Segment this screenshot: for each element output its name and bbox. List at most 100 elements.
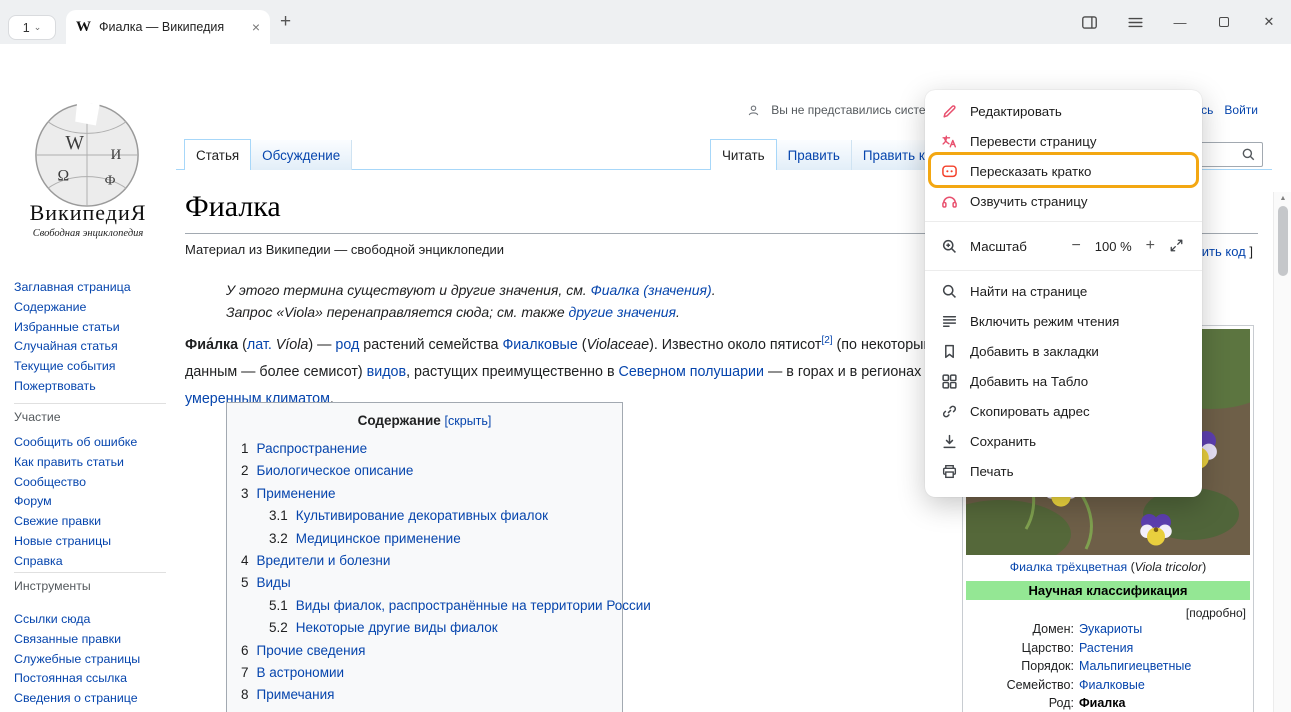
sidebar-link-page-info[interactable]: Сведения о странице bbox=[14, 689, 174, 709]
taxo-value[interactable]: Растения bbox=[1079, 639, 1133, 658]
maximize-button[interactable] bbox=[1214, 12, 1234, 32]
browser-tab[interactable]: W Фиалка — Википедия × bbox=[66, 10, 270, 44]
toc-item[interactable]: 5.2Некоторые другие виды фиалок bbox=[241, 617, 622, 639]
sidebar-link-how-to-edit[interactable]: Как править статьи bbox=[14, 453, 174, 473]
sidebar-link-contents[interactable]: Содержание bbox=[14, 298, 174, 318]
toc-item[interactable]: 5Виды bbox=[241, 572, 622, 594]
tab-read[interactable]: Читать bbox=[710, 139, 777, 170]
page-scrollbar[interactable]: ▲ ▼ bbox=[1273, 192, 1291, 712]
toc-item[interactable]: 3.1Культивирование декоративных фиалок bbox=[241, 505, 622, 527]
wikipedia-globe-logo[interactable]: W Ω И Ф bbox=[28, 98, 146, 210]
toc-number: 3 bbox=[241, 486, 249, 501]
menu-item-reader-mode[interactable]: Включить режим чтения bbox=[925, 306, 1202, 336]
toc-link[interactable]: Распространение bbox=[257, 441, 368, 456]
caption-link[interactable]: Фиалка трёхцветная bbox=[1010, 560, 1127, 574]
taxo-value[interactable]: Фиалковые bbox=[1079, 676, 1145, 695]
tab-article[interactable]: Статья bbox=[184, 139, 251, 170]
menu-item-copy-address[interactable]: Скопировать адрес bbox=[925, 396, 1202, 426]
toc-link[interactable]: Некоторые другие виды фиалок bbox=[296, 620, 498, 635]
toc-item[interactable]: 2Биологическое описание bbox=[241, 460, 622, 482]
link-genus[interactable]: род bbox=[335, 337, 359, 353]
toc-link[interactable]: Культивирование декоративных фиалок bbox=[296, 508, 548, 523]
minimize-button[interactable]: — bbox=[1170, 12, 1190, 32]
toc-item[interactable]: 4Вредители и болезни bbox=[241, 550, 622, 572]
toc-item[interactable]: 5.1Виды фиалок, распространённые на терр… bbox=[241, 595, 622, 617]
tab-counter-button[interactable]: 1 ⌄ bbox=[8, 15, 56, 40]
sidebar-link-special-pages[interactable]: Служебные страницы bbox=[14, 650, 174, 670]
sidebar-link-related-changes[interactable]: Связанные правки bbox=[14, 630, 174, 650]
toc-item[interactable]: 3 Применение bbox=[241, 483, 622, 505]
sidebar-link-featured[interactable]: Избранные статьи bbox=[14, 318, 174, 338]
fullscreen-icon[interactable] bbox=[1169, 238, 1186, 255]
sidebar-link-recent-changes[interactable]: Свежие правки bbox=[14, 512, 174, 532]
hamburger-menu-icon[interactable] bbox=[1126, 13, 1145, 32]
sidebar-link-community[interactable]: Сообщество bbox=[14, 473, 174, 493]
user-link-login[interactable]: Войти bbox=[1224, 103, 1258, 117]
menu-item-find[interactable]: Найти на странице bbox=[925, 276, 1202, 306]
sidebar-link-main[interactable]: Заглавная страница bbox=[14, 278, 174, 298]
sidebar-link-what-links-here[interactable]: Ссылки сюда bbox=[14, 610, 174, 630]
toc-link[interactable]: В астрономии bbox=[257, 665, 345, 680]
scrollbar-thumb[interactable] bbox=[1278, 206, 1288, 276]
sidebar-link-current-events[interactable]: Текущие события bbox=[14, 357, 174, 377]
toc-item[interactable]: 1Распространение bbox=[241, 438, 622, 460]
user-icon bbox=[747, 104, 760, 117]
toc-link[interactable]: Виды bbox=[257, 575, 291, 590]
toc-link[interactable]: Виды фиалок, распространённые на террито… bbox=[296, 598, 651, 613]
sidebar-nav: Заглавная страница Содержание Избранные … bbox=[14, 278, 174, 397]
menu-item-add-bookmark[interactable]: Добавить в закладки bbox=[925, 336, 1202, 366]
toc-item[interactable]: 6Прочие сведения bbox=[241, 640, 622, 662]
zoom-out-button[interactable]: − bbox=[1071, 237, 1080, 255]
hatnote-link[interactable]: другие значения bbox=[569, 304, 677, 320]
toc-link[interactable]: Медицинское применение bbox=[296, 531, 461, 546]
sidebar-link-random[interactable]: Случайная статья bbox=[14, 337, 174, 357]
sidebar-link-new-pages[interactable]: Новые страницы bbox=[14, 532, 174, 552]
scroll-up-icon[interactable]: ▲ bbox=[1274, 195, 1291, 202]
menu-item-edit[interactable]: Редактировать bbox=[925, 96, 1202, 126]
side-panel-icon[interactable] bbox=[1080, 13, 1099, 32]
sidebar-link-donate[interactable]: Пожертвовать bbox=[14, 377, 174, 397]
menu-item-translate[interactable]: Перевести страницу bbox=[925, 126, 1202, 156]
tab-discussion[interactable]: Обсуждение bbox=[251, 140, 352, 170]
menu-item-label: Добавить на Табло bbox=[970, 374, 1088, 389]
menu-item-label: Сохранить bbox=[970, 434, 1036, 449]
browser-window: 1 ⌄ W Фиалка — Википедия × + — ✕ Я bbox=[0, 0, 1291, 712]
menu-item-label: Пересказать кратко bbox=[970, 164, 1091, 179]
wikipedia-wordmark[interactable]: ВикипедиЯ bbox=[0, 200, 176, 226]
link-violaceae-ru[interactable]: Фиалковые bbox=[502, 337, 577, 353]
toc-link[interactable]: Вредители и болезни bbox=[257, 553, 391, 568]
link-species[interactable]: видов bbox=[367, 364, 406, 380]
toc-link[interactable]: Прочие сведения bbox=[257, 643, 366, 658]
taxo-value[interactable]: Эукариоты bbox=[1079, 620, 1142, 639]
toc-item[interactable]: 7В астрономии bbox=[241, 662, 622, 684]
toc-item[interactable]: 3.2Медицинское применение bbox=[241, 528, 622, 550]
taxobox-details-link[interactable]: [подробно] bbox=[966, 606, 1250, 620]
lead-text: — в горах и в регионах с bbox=[764, 364, 932, 380]
close-window-button[interactable]: ✕ bbox=[1259, 12, 1279, 32]
new-tab-button[interactable]: + bbox=[280, 11, 291, 33]
sidebar-link-help[interactable]: Справка bbox=[14, 552, 174, 572]
toc-item[interactable]: 8Примечания bbox=[241, 684, 622, 706]
toc-link[interactable]: Применение bbox=[257, 486, 336, 501]
menu-item-read-aloud[interactable]: Озвучить страницу bbox=[925, 186, 1202, 216]
search-icon[interactable] bbox=[1241, 147, 1256, 162]
toc-hide-toggle[interactable]: [скрыть] bbox=[445, 414, 492, 428]
menu-item-retell[interactable]: Пересказать кратко bbox=[925, 156, 1202, 186]
zoom-in-button[interactable]: + bbox=[1146, 237, 1155, 255]
sidebar-link-forum[interactable]: Форум bbox=[14, 492, 174, 512]
sidebar-link-report-error[interactable]: Сообщить об ошибке bbox=[14, 433, 174, 453]
link-latin[interactable]: лат. bbox=[247, 337, 272, 353]
toc-link[interactable]: Биологическое описание bbox=[257, 463, 414, 478]
link-northern-hemisphere[interactable]: Северном полушарии bbox=[619, 364, 764, 380]
close-tab-icon[interactable]: × bbox=[252, 19, 260, 35]
menu-item-add-tablo[interactable]: Добавить на Табло bbox=[925, 366, 1202, 396]
hatnote-link[interactable]: Фиалка (значения) bbox=[591, 282, 712, 298]
lead-text: ). Известно около пятисот bbox=[649, 337, 821, 353]
taxo-value[interactable]: Мальпигиецветные bbox=[1079, 657, 1191, 676]
tab-edit[interactable]: Править bbox=[777, 140, 852, 170]
sidebar-link-permanent-link[interactable]: Постоянная ссылка bbox=[14, 669, 174, 689]
menu-item-save[interactable]: Сохранить bbox=[925, 426, 1202, 456]
toc-link[interactable]: Примечания bbox=[257, 687, 335, 702]
reference-link[interactable]: [2] bbox=[821, 335, 832, 346]
menu-item-print[interactable]: Печать bbox=[925, 456, 1202, 486]
